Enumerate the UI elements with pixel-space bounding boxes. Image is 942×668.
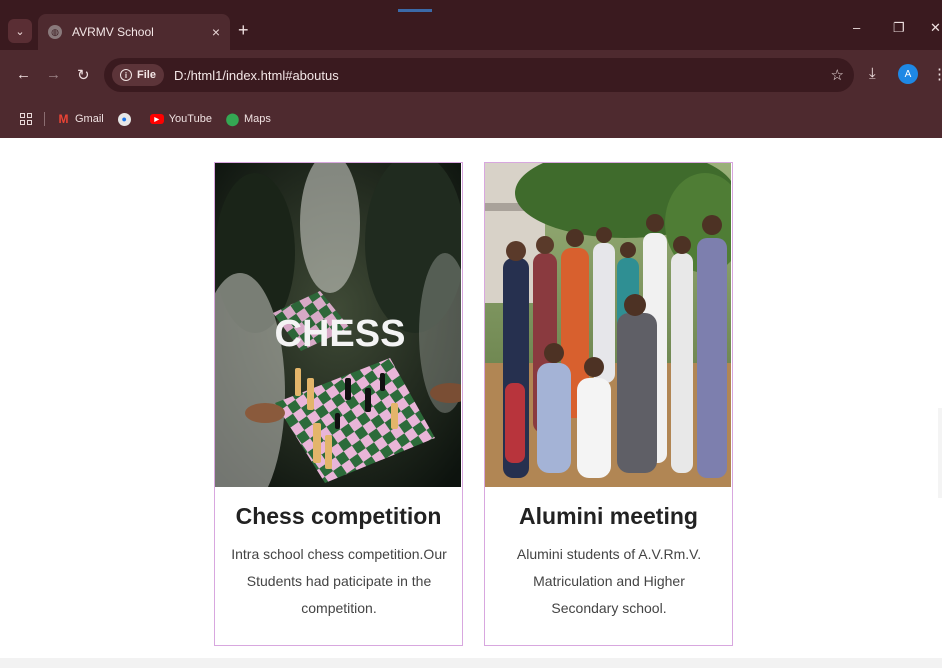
card-chess-competition: CHESS Chess competition Intra school che… bbox=[214, 162, 463, 646]
minimize-icon[interactable]: – bbox=[853, 20, 860, 35]
url-text[interactable]: D:/html1/index.html#aboutus bbox=[174, 68, 339, 83]
youtube-icon: ▶ bbox=[149, 114, 164, 124]
page-bottom-strip bbox=[0, 658, 942, 668]
bookmark-star-icon[interactable]: ☆ bbox=[831, 66, 844, 84]
chess-image-caption: CHESS bbox=[275, 313, 406, 355]
close-window-icon[interactable]: ✕ bbox=[930, 20, 941, 36]
tab-close-button[interactable]: × bbox=[212, 24, 220, 40]
tab-strip: ⌄ ◍ AVRMV School × + – ❐ ✕ bbox=[0, 0, 942, 50]
bookmarks-bar: M Gmail ● ▶ YouTube ⬤ Maps bbox=[0, 100, 942, 138]
bookmark-gmail[interactable]: M Gmail bbox=[57, 112, 104, 126]
bookmark-label: YouTube bbox=[168, 113, 212, 125]
tab-title: AVRMV School bbox=[72, 25, 154, 39]
tab-strip-accent bbox=[398, 9, 432, 12]
bookmark-youtube[interactable]: ▶ YouTube bbox=[149, 113, 212, 125]
gmail-icon: M bbox=[58, 112, 69, 126]
globe-icon: ◍ bbox=[48, 25, 62, 39]
chess-photo: CHESS bbox=[215, 163, 461, 487]
maps-icon: ⬤ bbox=[225, 112, 240, 126]
tab-search-button[interactable]: ⌄ bbox=[8, 19, 32, 43]
download-icon[interactable]: ⤓ bbox=[869, 65, 876, 82]
reload-icon[interactable]: ↻ bbox=[77, 66, 90, 84]
address-bar[interactable]: i File D:/html1/index.html#aboutus ☆ bbox=[104, 58, 854, 92]
card-title: Chess competition bbox=[235, 503, 442, 529]
browser-window: ⌄ ◍ AVRMV School × + – ❐ ✕ ← → ↻ i File … bbox=[0, 0, 942, 668]
site-info-chip[interactable]: i File bbox=[112, 64, 164, 86]
card-description: Intra school chess competition.Our Stude… bbox=[231, 546, 447, 616]
bookmark-label: Maps bbox=[243, 113, 271, 125]
browser-toolbar: ← → ↻ i File D:/html1/index.html#aboutus… bbox=[0, 50, 942, 100]
tab-avrmv-school[interactable]: ◍ AVRMV School × bbox=[38, 14, 230, 50]
scrollbar-track[interactable] bbox=[938, 408, 942, 498]
bookmark-label: Gmail bbox=[75, 113, 104, 125]
back-arrow-icon[interactable]: ← bbox=[16, 66, 31, 83]
card-alumini-meeting: Alumini meeting Alumini students of A.V.… bbox=[484, 162, 733, 646]
bookmarks-separator bbox=[44, 112, 45, 126]
restore-icon[interactable]: ❐ bbox=[893, 20, 905, 36]
site-info-label: File bbox=[137, 69, 156, 81]
profile-avatar[interactable]: A bbox=[898, 64, 918, 84]
info-icon: i bbox=[120, 69, 132, 81]
card-description: Alumini students of A.V.Rm.V. Matriculat… bbox=[516, 546, 702, 616]
apps-grid-icon[interactable] bbox=[20, 113, 32, 125]
bookmark-edge[interactable]: ● bbox=[117, 112, 136, 126]
card-title: Alumini meeting bbox=[519, 503, 698, 529]
bookmark-maps[interactable]: ⬤ Maps bbox=[225, 112, 271, 126]
alumni-photo bbox=[485, 163, 731, 487]
edge-icon: ● bbox=[117, 112, 131, 126]
forward-arrow-icon[interactable]: → bbox=[46, 66, 61, 83]
page-content: CHESS Chess competition Intra school che… bbox=[0, 138, 942, 668]
menu-kebab-icon[interactable]: ⋮ bbox=[932, 65, 942, 83]
new-tab-button[interactable]: + bbox=[238, 20, 249, 41]
